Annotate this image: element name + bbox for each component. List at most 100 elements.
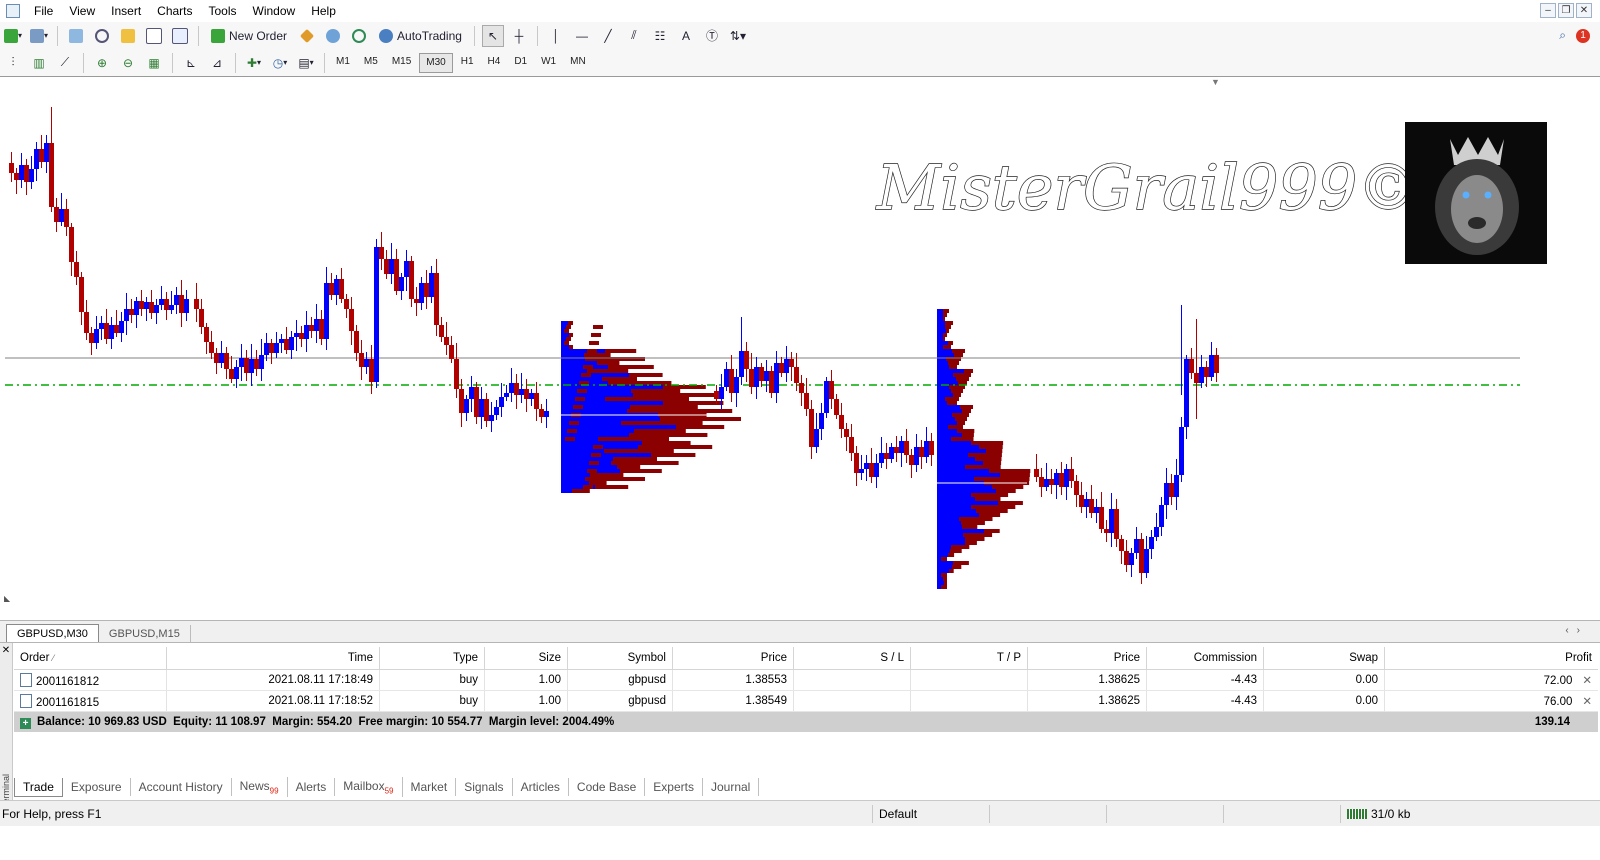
menu-insert[interactable]: Insert [103, 4, 149, 18]
timeframe-h1[interactable]: H1 [455, 53, 480, 71]
col-type[interactable]: Type [379, 647, 485, 670]
terminal-tab-journal[interactable]: Journal [703, 778, 760, 796]
col-order[interactable]: Order ⁄ [14, 647, 167, 670]
menu-charts[interactable]: Charts [149, 4, 200, 18]
volume-profiles [561, 309, 1031, 589]
profiles-button[interactable]: ▾ [28, 25, 50, 47]
text-label-tool[interactable]: Ⓣ [701, 25, 723, 47]
timeframe-w1[interactable]: W1 [535, 53, 562, 71]
new-chart-button[interactable]: ▾ [2, 25, 24, 47]
terminal-tab-articles[interactable]: Articles [513, 778, 569, 796]
terminal-tab-mailbox[interactable]: Mailbox59 [335, 776, 403, 798]
col-time[interactable]: Time [166, 647, 380, 670]
terminal-tab-market[interactable]: Market [403, 778, 457, 796]
metaeditor-button[interactable] [296, 25, 318, 47]
arrows-tool[interactable]: ⇅▾ [727, 25, 749, 47]
menu-help[interactable]: Help [303, 4, 344, 18]
trendline-tool[interactable]: ╱ [597, 25, 619, 47]
terminal-tab-news[interactable]: News99 [232, 776, 288, 798]
sl-cell[interactable] [793, 669, 911, 691]
terminal-tab-alerts[interactable]: Alerts [288, 778, 336, 796]
crosshair-tool[interactable]: ┼ [508, 25, 530, 47]
timeframe-m5[interactable]: M5 [358, 53, 384, 71]
fibonacci-tool[interactable]: ☷ [649, 25, 671, 47]
zoom-in-button[interactable]: ⊕ [91, 52, 113, 74]
timeframe-m15[interactable]: M15 [386, 53, 417, 71]
col-price[interactable]: Price [672, 647, 794, 670]
close-order-icon[interactable]: ✕ [1582, 675, 1592, 687]
text-tool[interactable]: A [675, 25, 697, 47]
volume-profile-bar [971, 493, 1009, 497]
col-size[interactable]: Size [484, 647, 568, 670]
chart-shift-button[interactable]: ⊿ [206, 52, 228, 74]
col-profit[interactable]: Profit [1384, 647, 1598, 670]
navigator-button[interactable] [117, 25, 139, 47]
strategy-tester-button[interactable] [169, 25, 191, 47]
vertical-line-tool[interactable]: │ [545, 25, 567, 47]
timeframe-d1[interactable]: D1 [508, 53, 533, 71]
market-watch-button[interactable] [65, 25, 87, 47]
chart-window[interactable]: ▼ MisterGrail999© ◣ [0, 76, 1600, 621]
terminal-button[interactable] [143, 25, 165, 47]
tp-cell[interactable] [910, 690, 1028, 712]
terminal-tab-experts[interactable]: Experts [645, 778, 703, 796]
chat-button[interactable] [322, 25, 344, 47]
cursor-tool[interactable]: ↖ [481, 24, 504, 47]
terminal-tab-code-base[interactable]: Code Base [569, 778, 646, 796]
chart-tab-gbpusd-m30[interactable]: GBPUSD,M30 [6, 624, 99, 643]
line-chart-button[interactable]: ⟋ [54, 52, 76, 74]
timeframe-m1[interactable]: M1 [330, 53, 356, 71]
channel-tool[interactable]: ⫽ [623, 25, 645, 47]
table-row[interactable]: 2001161815 2021.08.11 17:18:52 buy 1.00 … [14, 690, 1598, 712]
autotrading-button[interactable]: AutoTrading [374, 25, 467, 47]
menu-window[interactable]: Window [245, 4, 304, 18]
signals-button[interactable] [348, 25, 370, 47]
new-order-button[interactable]: New Order [206, 25, 292, 47]
close-button[interactable]: ✕ [1576, 3, 1592, 18]
col-current-price[interactable]: Price [1027, 647, 1147, 670]
autoscroll-button[interactable]: ⊾ [180, 52, 202, 74]
close-icon[interactable]: ✕ [0, 645, 12, 656]
table-row[interactable]: 2001161812 2021.08.11 17:18:49 buy 1.00 … [14, 669, 1598, 691]
periods-button[interactable]: ◷ ▾ [269, 52, 291, 74]
candlestick-button[interactable]: ▥ [28, 52, 50, 74]
menu-view[interactable]: View [61, 4, 103, 18]
close-order-icon[interactable]: ✕ [1582, 696, 1592, 708]
chart-tab-gbpusd-m15[interactable]: GBPUSD,M15 [99, 625, 191, 643]
terminal-tab-signals[interactable]: Signals [456, 778, 513, 796]
tile-windows-button[interactable]: ▦ [143, 52, 165, 74]
col-commission[interactable]: Commission [1146, 647, 1264, 670]
timeframe-mn[interactable]: MN [564, 53, 592, 71]
volume-profile-bar [629, 433, 708, 437]
timeframe-selector: M1 M5 M15 M30 H1 H4 D1 W1 MN [330, 52, 592, 73]
col-tp[interactable]: T / P [910, 647, 1028, 670]
zoom-out-button[interactable]: ⊖ [117, 52, 139, 74]
menu-file[interactable]: File [26, 4, 61, 18]
bar-chart-button[interactable]: ⫶ [2, 52, 24, 74]
volume-profile-bar [937, 377, 956, 381]
timeframe-m30[interactable]: M30 [419, 52, 453, 73]
sl-cell[interactable] [793, 690, 911, 712]
data-window-button[interactable] [91, 25, 113, 47]
candle-body [1044, 479, 1049, 487]
tab-scroll-arrows[interactable]: ‹› [1565, 625, 1588, 636]
templates-button[interactable]: ▤ ▾ [295, 52, 317, 74]
timeframe-h4[interactable]: H4 [482, 53, 507, 71]
terminal-tab-account-history[interactable]: Account History [131, 778, 232, 796]
restore-button[interactable]: ❐ [1558, 3, 1574, 18]
search-icon[interactable]: ⌕ [1559, 28, 1566, 43]
horizontal-line-tool[interactable]: — [571, 25, 593, 47]
terminal-tab-exposure[interactable]: Exposure [63, 778, 131, 796]
col-sl[interactable]: S / L [793, 647, 911, 670]
menu-tools[interactable]: Tools [201, 4, 245, 18]
notification-badge[interactable]: 1 [1576, 28, 1590, 43]
candle-body [279, 339, 284, 343]
terminal-tab-trade[interactable]: Trade [14, 777, 63, 797]
indicators-button[interactable]: ✚ ▾ [243, 52, 265, 74]
col-swap[interactable]: Swap [1263, 647, 1385, 670]
price-chart[interactable]: ▼ MisterGrail999© ◣ [0, 77, 1600, 621]
minimize-button[interactable]: – [1540, 3, 1556, 18]
terminal-tab-label: Exposure [70, 780, 122, 794]
col-symbol[interactable]: Symbol [567, 647, 673, 670]
tp-cell[interactable] [910, 669, 1028, 691]
